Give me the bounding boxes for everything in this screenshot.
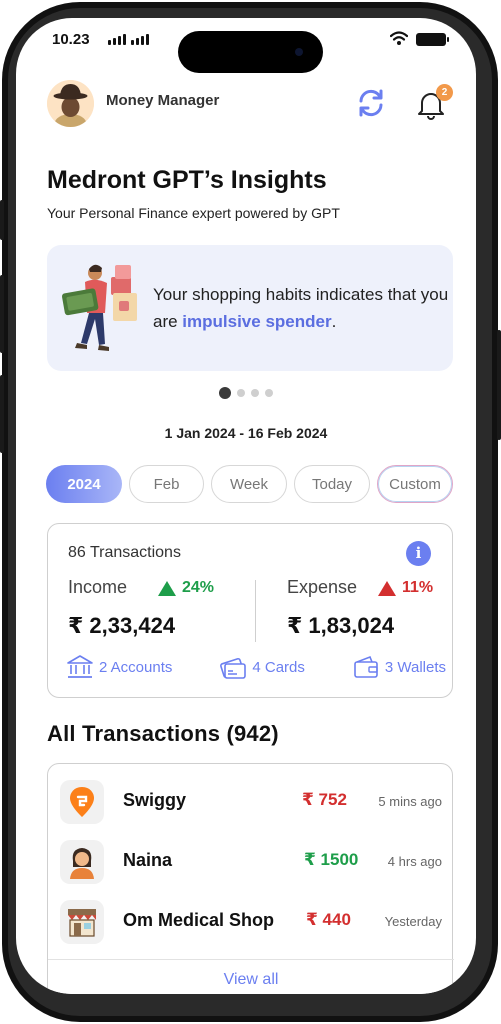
transaction-amount: ₹ 1500 [304,850,359,869]
transaction-time: 5 mins ago [378,794,442,809]
divider [255,580,256,642]
app-title: Money Manager [106,92,220,109]
transaction-time: 4 hrs ago [387,854,442,869]
camera-icon [295,48,303,56]
wallets-link[interactable]: 3 Wallets [352,654,446,680]
shopper-illustration [61,264,137,351]
notification-badge: 2 [436,84,453,101]
carousel-dot[interactable] [265,389,273,397]
view-all-button[interactable]: View all [48,971,454,989]
bank-icon [67,655,93,678]
wallet-icon [354,655,378,678]
transaction-amount: ₹ 440 [306,910,351,929]
accounts-label: 2 Accounts [99,658,173,676]
transaction-amount: ₹ 752 [302,790,347,809]
trend-up-icon [378,580,396,596]
insights-title: Medront GPT’s Insights [47,166,327,194]
wallets-label: 3 Wallets [384,658,446,676]
cards-icon [220,657,247,679]
app-screen: 10.23 Money Manager 2 Medront GPT’s Insi… [16,18,476,994]
insight-card[interactable]: Your shopping habits indicates that you … [47,245,453,371]
cards-label: 4 Cards [252,658,305,676]
volume-down-button [0,375,4,453]
person-avatar-icon [60,840,104,884]
carousel-dot[interactable] [237,389,245,397]
period-filter: 2024 Feb Week Today Custom [46,465,453,503]
insights-subtitle: Your Personal Finance expert powered by … [47,205,340,221]
expense-label: Expense [287,577,358,597]
info-icon[interactable]: i [406,541,431,566]
power-button [497,330,501,440]
filter-chip-feb[interactable]: Feb [129,465,204,503]
action-button [0,200,4,240]
expense-trend: 11% [378,579,433,597]
insight-message: Your shopping habits indicates that you … [153,281,453,335]
transaction-name: Om Medical Shop [123,910,275,930]
income-change: 24% [182,579,215,596]
status-time: 10.23 [52,31,90,48]
swiggy-logo-icon [60,780,104,824]
transactions-count: 86 Transactions [68,544,181,561]
cards-link[interactable]: 4 Cards [219,654,305,680]
battery-icon [416,33,449,46]
income-label: Income [68,577,128,597]
list-item[interactable]: Swiggy ₹ 752 5 mins ago [48,774,454,830]
avatar[interactable] [47,80,94,127]
filter-chip-today[interactable]: Today [294,465,370,503]
wifi-icon [390,31,408,45]
date-range: 1 Jan 2024 - 16 Feb 2024 [164,425,328,441]
carousel-indicator[interactable] [219,387,273,399]
filter-chip-2024[interactable]: 2024 [46,465,122,503]
income-amount: ₹ 2,33,424 [68,613,176,638]
insight-highlight: impulsive spender [182,312,332,331]
dynamic-island [178,31,323,73]
all-transactions-title: All Transactions (942) [47,721,279,746]
transaction-name: Naina [123,850,173,870]
trend-up-icon [158,580,176,596]
transaction-name: Swiggy [123,790,187,810]
accounts-link[interactable]: 2 Accounts [66,654,172,680]
income-trend: 24% [158,579,214,597]
sync-icon[interactable] [354,86,388,120]
insight-message-end: . [331,312,337,331]
volume-up-button [0,275,4,353]
filter-chip-week[interactable]: Week [211,465,287,503]
expense-change: 11% [402,579,434,596]
list-item[interactable]: Om Medical Shop ₹ 440 Yesterday [48,894,454,950]
carousel-dot[interactable] [219,387,231,399]
filter-chip-custom[interactable]: Custom [377,465,453,503]
divider [48,959,454,960]
shop-icon [60,900,104,944]
list-item[interactable]: Naina ₹ 1500 4 hrs ago [48,834,454,890]
transactions-list: Swiggy ₹ 752 5 mins ago Naina ₹ 1500 4 h… [47,763,454,994]
expense-amount: ₹ 1,83,024 [287,613,395,638]
transaction-time: Yesterday [384,914,442,929]
signal-icon [108,34,149,45]
summary-card: 86 Transactions i Income 24% ₹ 2,33,424 … [47,523,453,698]
account-links: 2 Accounts 4 Cards 3 Wallets [66,654,446,680]
carousel-dot[interactable] [251,389,259,397]
